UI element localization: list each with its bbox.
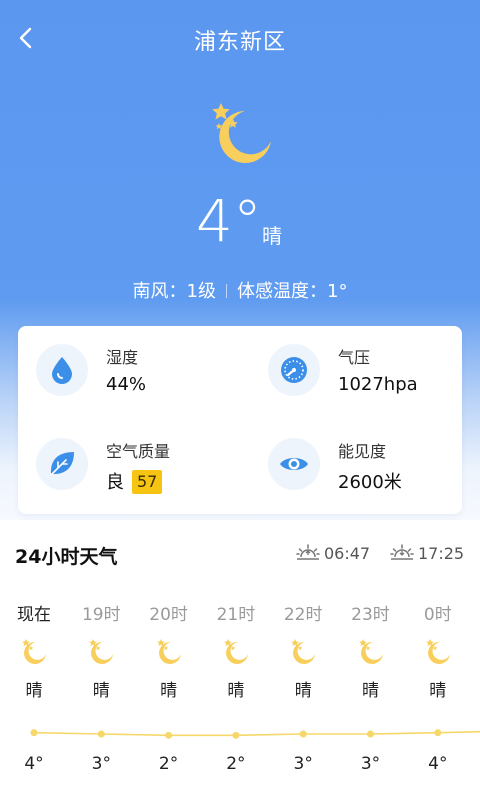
gauge-icon	[281, 357, 307, 383]
hour-condition: 晴	[227, 681, 245, 701]
pressure-metric: 气压 1027hpa	[268, 344, 468, 414]
temperature-point	[97, 730, 105, 738]
visibility-metric: 能见度 2600米	[268, 438, 468, 508]
moon-icon	[221, 636, 251, 666]
sunrise-time: 06:47	[296, 543, 370, 563]
details-card: 湿度 44% 气压 1027hpa 空气质量 良 57 能见度 2600米	[18, 326, 462, 514]
visibility-label: 能见度	[338, 442, 387, 461]
moon-icon	[423, 636, 453, 666]
hour-label: 22时	[283, 605, 323, 625]
temperature-point	[165, 731, 173, 739]
air-quality-metric: 空气质量 良 57	[36, 438, 236, 508]
moon-icon	[288, 636, 318, 666]
aqi-badge: 57	[132, 470, 163, 494]
page-title: 浦东新区	[193, 30, 286, 55]
leaf-icon	[50, 452, 74, 476]
hour-label: 0时	[423, 605, 452, 625]
humidity-value: 44%	[106, 374, 147, 395]
hour-condition: 晴	[294, 681, 312, 701]
hour-label: 19时	[81, 605, 121, 625]
hour-condition: 晴	[25, 681, 43, 701]
temperature-point	[299, 730, 307, 738]
moon-stars-icon	[212, 103, 271, 163]
temperature-point	[367, 730, 374, 738]
pressure-value: 1027hpa	[338, 374, 418, 395]
wind-feels-row: 南风：1级 体感温度：1°	[0, 277, 480, 303]
wind-info: 南风：1级	[132, 281, 216, 302]
air-quality-level: 良	[106, 472, 124, 493]
temperature-point	[434, 729, 442, 737]
sunrise-value: 06:47	[324, 544, 371, 563]
weather-hero: 浦东新区 4° 晴 南风：1级 体感温度：1° 湿度 44% 气压 1027hp…	[0, 0, 480, 520]
moon-icon	[356, 636, 386, 666]
hour-condition: 晴	[362, 681, 379, 701]
air-quality-label: 空气质量	[106, 442, 171, 461]
hourly-forecast: 24小时天气 06:47 17:25 现在晴 4° 19时晴 3° 20时晴 2° 21时晴…	[0, 524, 480, 800]
hour-condition: 晴	[160, 681, 178, 701]
sunset-time: 17:25	[390, 543, 464, 563]
hour-label: 23时	[351, 605, 390, 625]
hour-condition: 晴	[429, 681, 447, 701]
water-drop-icon	[52, 357, 72, 384]
hour-label: 现在	[17, 605, 51, 625]
sunrise-icon	[296, 544, 320, 560]
hour-label: 20时	[149, 605, 188, 625]
moon-icon	[19, 636, 49, 666]
sunset-icon	[390, 544, 414, 560]
sunset-value: 17:25	[418, 544, 465, 563]
temperature-point	[232, 731, 240, 739]
air-quality-value-row: 良 57	[106, 468, 163, 494]
temperature-curve	[30, 729, 480, 739]
temperature-point	[30, 729, 38, 737]
pressure-label: 气压	[338, 348, 371, 367]
current-condition: 晴	[262, 224, 282, 248]
humidity-metric: 湿度 44%	[36, 344, 236, 414]
visibility-value: 2600米	[338, 472, 402, 493]
hour-label: 21时	[216, 605, 256, 625]
moon-icon	[154, 636, 184, 666]
moon-icon	[86, 636, 116, 666]
hour-condition: 晴	[92, 681, 110, 701]
humidity-label: 湿度	[106, 348, 139, 367]
hourly-title: 24小时天气	[15, 546, 118, 568]
current-temperature: 4°	[196, 187, 262, 255]
divider	[226, 284, 227, 298]
eye-icon	[280, 458, 308, 470]
feels-like: 体感温度：1°	[237, 281, 348, 302]
